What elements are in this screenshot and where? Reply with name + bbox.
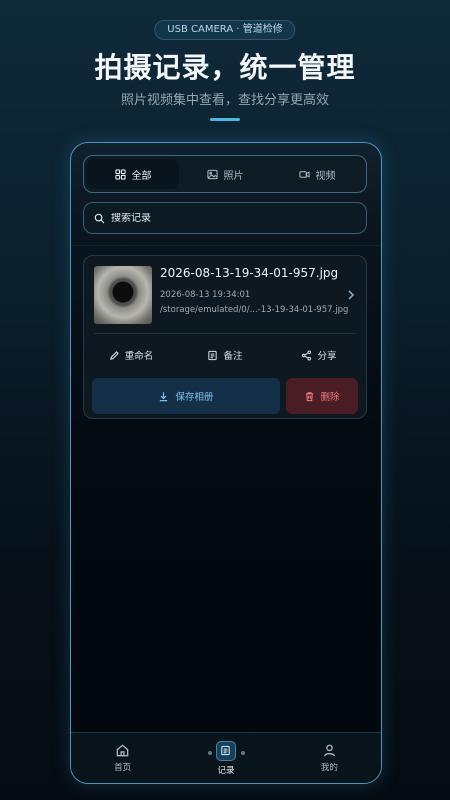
note-button[interactable]: 备注 <box>178 344 272 366</box>
user-icon <box>323 744 335 757</box>
home-icon <box>116 744 129 757</box>
record-thumbnail[interactable] <box>94 266 152 324</box>
search-bar <box>83 202 367 234</box>
search-input[interactable] <box>111 212 351 224</box>
note-icon <box>208 350 218 360</box>
search-icon <box>94 213 105 223</box>
card-divider <box>94 333 356 334</box>
share-label: 分享 <box>317 351 337 362</box>
nav-records[interactable]: 记录 <box>174 733 277 783</box>
nav-home[interactable]: 首页 <box>71 733 174 783</box>
nav-home-label: 首页 <box>114 763 132 773</box>
tab-photos[interactable]: 照片 <box>179 159 271 189</box>
download-icon <box>160 391 168 401</box>
share-button[interactable]: 分享 <box>272 344 366 366</box>
nav-records-label: 记录 <box>217 765 235 776</box>
grid-icon <box>114 168 126 180</box>
save-label: 保存相册 <box>175 392 214 403</box>
rename-label: 重命名 <box>124 351 154 362</box>
record-actions: 重命名 备注 分享 <box>84 344 366 366</box>
hero-title: 拍摄记录，统一管理 <box>94 51 356 84</box>
app-badge: USB CAMERA · 管道检修 <box>154 20 296 40</box>
chevron-right-icon[interactable] <box>346 289 356 301</box>
tab-videos-label: 视频 <box>315 170 336 182</box>
tab-all[interactable]: 全部 <box>87 159 179 189</box>
note-label: 备注 <box>223 351 243 362</box>
record-filename: 2026-08-13-19-34-01-957.jpg <box>160 266 339 280</box>
rename-button[interactable]: 重命名 <box>84 344 178 366</box>
hero-accent-line <box>210 118 240 121</box>
tab-photos-label: 照片 <box>223 170 244 182</box>
bottom-nav: 首页 记录 我的 <box>71 732 381 783</box>
tab-videos[interactable]: 视频 <box>271 159 363 189</box>
share-icon <box>302 350 312 360</box>
record-datetime: 2026-08-13 19:34:01 <box>160 290 251 300</box>
filter-tabs: 全部 照片 视频 <box>83 155 367 193</box>
edit-icon <box>109 350 119 360</box>
record-card[interactable]: 2026-08-13-19-34-01-957.jpg 2026-08-13 1… <box>83 255 367 419</box>
delete-label: 删除 <box>320 392 340 403</box>
video-icon <box>298 170 310 178</box>
records-icon <box>215 740 236 761</box>
save-to-album-button[interactable]: 保存相册 <box>92 378 280 414</box>
phone-frame: 全部 照片 视频 2026-08-13-19-34-01-957.jpg 202… <box>70 142 382 784</box>
header-divider <box>71 245 381 246</box>
image-icon <box>206 169 218 179</box>
trash-icon <box>306 391 314 401</box>
nav-profile[interactable]: 我的 <box>278 733 381 783</box>
delete-button[interactable]: 删除 <box>286 378 358 414</box>
hero-subtitle: 照片视频集中查看，查找分享更高效 <box>120 93 329 108</box>
tab-all-label: 全部 <box>131 170 152 182</box>
record-path: /storage/emulated/0/...-13-19-34-01-957.… <box>160 305 349 315</box>
nav-profile-label: 我的 <box>320 763 338 773</box>
